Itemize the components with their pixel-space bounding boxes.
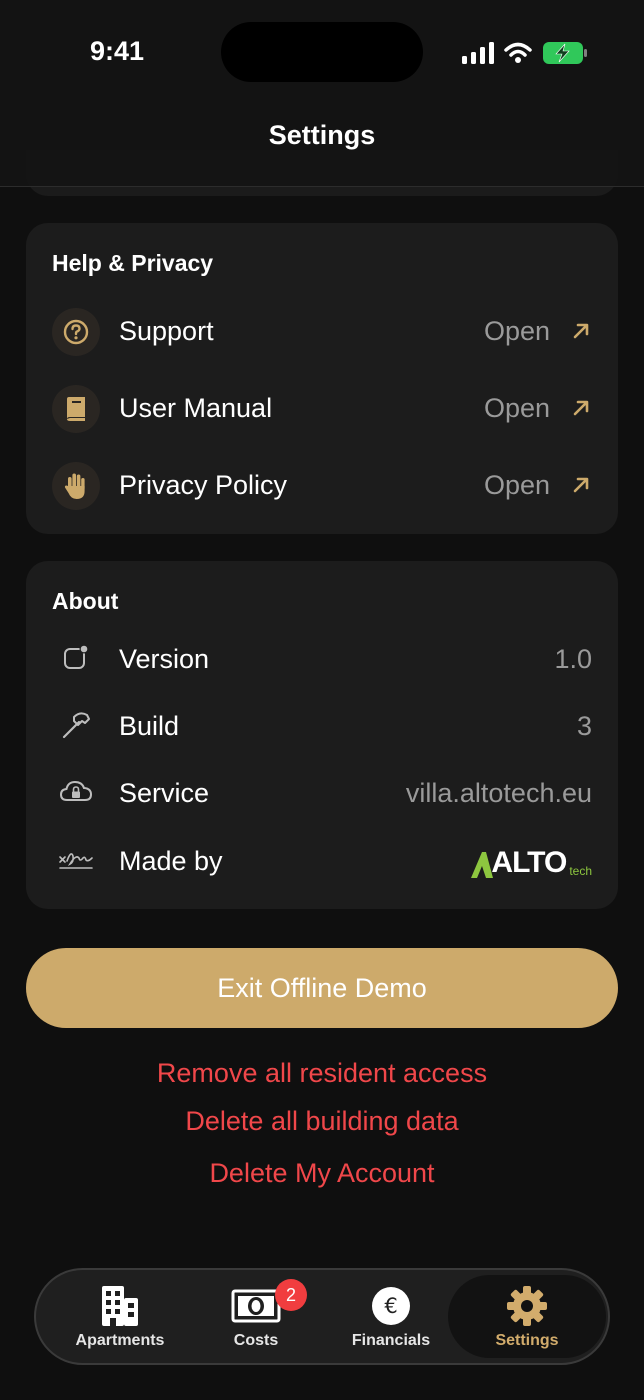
support-open-label: Open [483, 316, 550, 346]
privacy-policy-row[interactable]: Privacy Policy Open [26, 456, 618, 516]
help-privacy-card: Help & Privacy Support Open User Manual … [26, 223, 618, 534]
euro-circle-icon: € [323, 1284, 459, 1328]
privacy-policy-label: Privacy Policy [119, 470, 288, 500]
about-title: About [52, 588, 119, 614]
status-icons [462, 38, 588, 68]
build-row: Build 3 [26, 695, 618, 755]
service-value: villa.altotech.eu [405, 778, 592, 808]
lock-cloud-icon [56, 772, 96, 812]
dynamic-island [221, 22, 423, 82]
version-value: 1.0 [554, 644, 592, 674]
cellular-signal-icon [462, 42, 494, 64]
altotech-logo-text: ALTO [491, 846, 567, 879]
help-privacy-title: Help & Privacy [52, 250, 214, 276]
made-by-label: Made by [119, 846, 223, 876]
tab-financials[interactable]: € Financials [323, 1270, 459, 1363]
status-time: 9:41 [90, 36, 145, 66]
altotech-logo: ALTO tech [471, 844, 592, 878]
support-label: Support [119, 316, 214, 346]
hammer-icon [56, 705, 96, 745]
building-icon [52, 1284, 188, 1328]
made-by-row: Made by ALTO tech [26, 830, 618, 890]
tab-financials-label: Financials [351, 1332, 431, 1349]
altotech-logo-subtext: tech [569, 864, 592, 878]
tab-apartments-label: Apartments [75, 1332, 165, 1349]
app-badge-icon [56, 638, 96, 678]
costs-badge: 2 [275, 1279, 307, 1311]
tab-costs-label: Costs [233, 1332, 279, 1349]
build-label: Build [119, 711, 180, 741]
svg-text:€: € [384, 1294, 397, 1318]
tab-costs[interactable]: Costs [188, 1270, 324, 1363]
user-manual-label: User Manual [119, 393, 273, 423]
service-label: Service [119, 778, 210, 808]
remove-resident-access-button[interactable]: Remove all resident access [0, 1058, 644, 1089]
tab-apartments[interactable]: Apartments [52, 1270, 188, 1363]
altotech-logo-mark [471, 852, 494, 878]
privacy-policy-open-label: Open [483, 470, 550, 500]
external-arrow-icon [573, 400, 589, 416]
status-bar: 9:41 [0, 0, 644, 100]
wifi-icon [504, 42, 532, 63]
build-value: 3 [576, 711, 592, 741]
signature-icon [56, 840, 96, 880]
tab-bar: Apartments Costs 2 € Financials Settings [34, 1268, 610, 1365]
service-row: Service villa.altotech.eu [26, 762, 618, 822]
user-manual-row[interactable]: User Manual Open [26, 379, 618, 439]
page-title: Settings [268, 120, 376, 150]
user-manual-open-label: Open [483, 393, 550, 423]
external-arrow-icon [573, 477, 589, 493]
delete-building-data-button[interactable]: Delete all building data [0, 1106, 644, 1137]
version-label: Version [119, 644, 210, 674]
exit-offline-demo-button[interactable]: Exit Offline Demo [26, 948, 618, 1028]
gear-icon [448, 1284, 606, 1328]
battery-charging-icon [543, 42, 587, 64]
tab-settings-label: Settings [495, 1332, 559, 1349]
delete-account-button[interactable]: Delete My Account [0, 1158, 644, 1189]
book-icon [52, 385, 100, 433]
version-row: Version 1.0 [26, 628, 618, 688]
about-card: About Version 1.0 Build 3 Service villa.… [26, 561, 618, 909]
external-arrow-icon [573, 323, 589, 339]
support-row[interactable]: Support Open [26, 302, 618, 362]
question-circle-icon [52, 308, 100, 356]
tab-settings[interactable]: Settings [448, 1275, 606, 1358]
hand-icon [52, 462, 100, 510]
